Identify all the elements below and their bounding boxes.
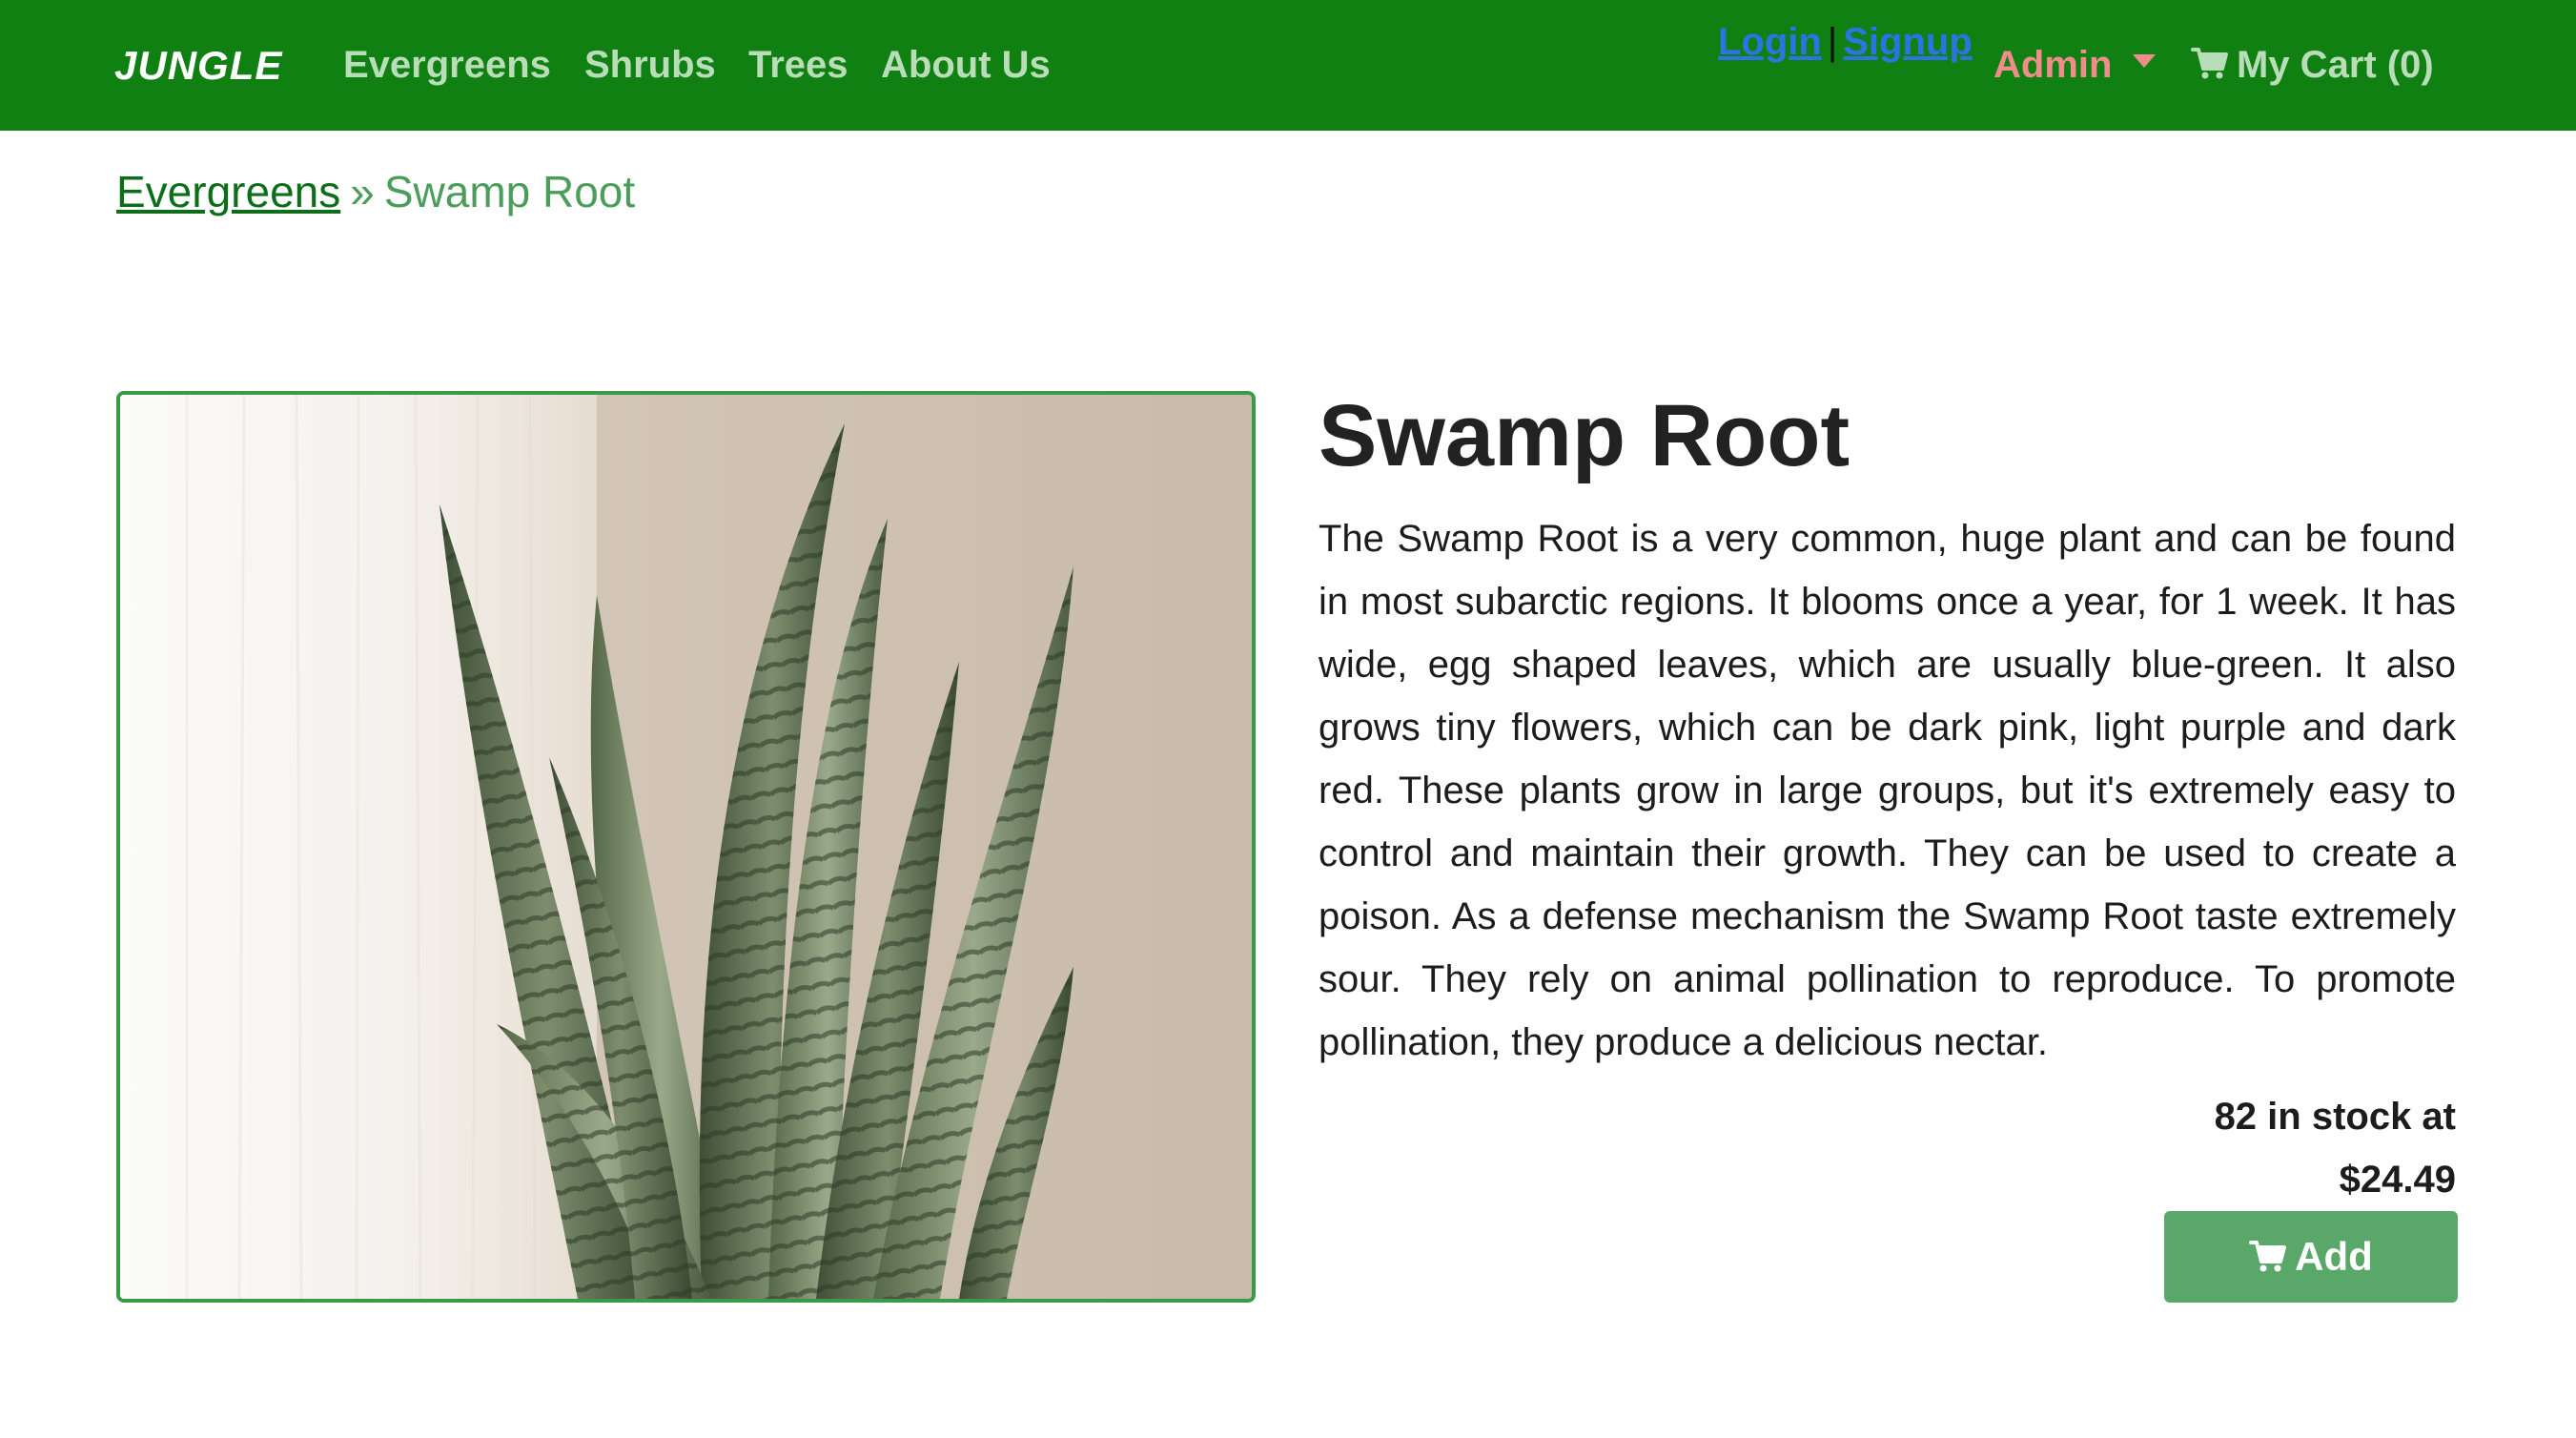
breadcrumb-separator: » <box>350 167 375 216</box>
top-navbar: JUNGLE Evergreens Shrubs Trees About Us … <box>0 0 2576 131</box>
my-cart-label: My Cart (0) <box>2237 44 2434 86</box>
add-to-cart-button[interactable]: Add <box>2164 1211 2458 1303</box>
product-title: Swamp Root <box>1319 387 1850 484</box>
brand-logo[interactable]: JUNGLE <box>114 0 282 131</box>
nav-link-about-us[interactable]: About Us <box>881 0 1051 131</box>
admin-dropdown[interactable]: Admin <box>1993 0 2157 131</box>
nav-link-shrubs[interactable]: Shrubs <box>584 0 716 131</box>
add-button-label: Add <box>2295 1234 2373 1279</box>
shopping-cart-icon <box>2249 1240 2287 1272</box>
product-image <box>116 391 1256 1303</box>
login-link[interactable]: Login <box>1718 21 1822 63</box>
nav-link-evergreens[interactable]: Evergreens <box>343 0 551 131</box>
admin-label: Admin <box>1993 44 2113 86</box>
product-description: The Swamp Root is a very common, huge pl… <box>1319 518 2456 1063</box>
breadcrumb-link-evergreens[interactable]: Evergreens <box>116 167 340 216</box>
price-text: $24.49 <box>2339 1159 2456 1201</box>
shopping-cart-icon <box>2191 48 2228 79</box>
stock-and-price: 82 in stock at $24.49 <box>1319 1085 2456 1211</box>
my-cart-link[interactable]: My Cart (0) <box>2191 0 2434 131</box>
auth-links: Login | Signup <box>1718 21 1973 64</box>
signup-link[interactable]: Signup <box>1843 21 1973 63</box>
snake-plant-photo <box>120 395 1252 1299</box>
stock-text: 82 in stock at <box>2214 1096 2456 1138</box>
auth-separator: | <box>1827 21 1838 63</box>
breadcrumb-current: Swamp Root <box>383 167 636 216</box>
nav-link-trees[interactable]: Trees <box>748 0 848 131</box>
breadcrumb: Evergreens» Swamp Root <box>116 166 635 217</box>
caret-down-icon <box>2133 54 2157 69</box>
